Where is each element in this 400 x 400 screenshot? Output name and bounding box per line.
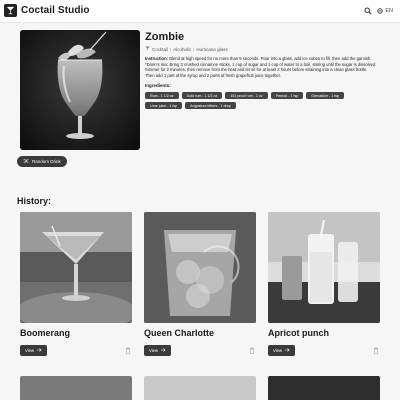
ingredient-chip: Angostura bitters - 1 drop bbox=[185, 102, 236, 110]
history-card-image bbox=[144, 376, 256, 400]
history-card-actions: View bbox=[144, 345, 256, 356]
instructions-text: Blend at high speed for no more than 5 s… bbox=[145, 56, 377, 78]
random-drink-button[interactable]: Random Drink bbox=[17, 156, 67, 167]
trash-icon[interactable] bbox=[372, 347, 380, 355]
ingredient-chip: 151 proof rum - 1 oz bbox=[225, 92, 268, 100]
arrow-right-icon bbox=[37, 348, 42, 353]
globe-icon bbox=[377, 7, 384, 14]
shuffle-icon bbox=[23, 158, 29, 165]
view-button[interactable]: View bbox=[268, 345, 296, 356]
history-card-image bbox=[20, 212, 132, 323]
brand-name: Coctail Studio bbox=[21, 5, 90, 16]
featured-drink-title: Zombie bbox=[145, 31, 185, 43]
featured-drink-image bbox=[20, 30, 140, 150]
search-icon[interactable] bbox=[363, 6, 372, 15]
history-card: Boomerang View bbox=[20, 212, 132, 356]
history-card: Queen Charlotte View bbox=[144, 212, 256, 356]
ingredients-list: Rum - 1 1/2 oz Gold rum - 1 1/2 oz 151 p… bbox=[145, 92, 377, 110]
ingredient-chip: Grenadine - 1 tsp bbox=[306, 92, 345, 100]
instructions-label: Instruction: bbox=[145, 56, 169, 61]
history-card-actions: View bbox=[20, 345, 132, 356]
random-drink-label: Random Drink bbox=[32, 159, 61, 164]
meta-separator: | bbox=[193, 46, 195, 52]
view-label: View bbox=[273, 348, 283, 353]
language-label: EN bbox=[385, 7, 393, 14]
language-switch[interactable]: EN bbox=[377, 8, 393, 14]
view-label: View bbox=[25, 348, 35, 353]
meta-separator: | bbox=[170, 46, 172, 52]
cocktail-glass-icon bbox=[4, 4, 17, 17]
trash-icon[interactable] bbox=[248, 347, 256, 355]
history-card-image bbox=[268, 212, 380, 323]
arrow-right-icon bbox=[161, 348, 166, 353]
history-card-actions: View bbox=[268, 345, 380, 356]
arrow-right-icon bbox=[285, 348, 290, 353]
top-actions: EN bbox=[363, 6, 393, 15]
drink-category: Cocktail bbox=[152, 46, 169, 52]
view-button[interactable]: View bbox=[144, 345, 172, 356]
top-navbar: Coctail Studio EN bbox=[0, 0, 400, 23]
brand[interactable]: Coctail Studio bbox=[4, 4, 90, 17]
drink-instructions: Instruction: Blend at high speed for no … bbox=[145, 56, 377, 78]
history-card-name: Boomerang bbox=[20, 328, 71, 338]
history-card-image bbox=[268, 376, 380, 400]
ingredients-title: Ingredients: bbox=[145, 83, 171, 89]
history-card-name: Apricot punch bbox=[268, 328, 329, 338]
category-icon bbox=[145, 46, 150, 52]
drink-glass: Hurricane glass bbox=[196, 46, 228, 52]
drink-meta: Cocktail | Alcoholic | Hurricane glass bbox=[145, 46, 377, 52]
drink-alcoholic: Alcoholic bbox=[173, 46, 192, 52]
history-card-name: Queen Charlotte bbox=[144, 328, 215, 338]
ingredient-chip: Rum - 1 1/2 oz bbox=[145, 92, 179, 100]
history-title: History: bbox=[17, 196, 52, 206]
trash-icon[interactable] bbox=[124, 347, 132, 355]
history-card: Apricot punch View bbox=[268, 212, 380, 356]
view-button[interactable]: View bbox=[20, 345, 48, 356]
history-card-image bbox=[20, 376, 132, 400]
featured-drink-info: Zombie Cocktail | Alcoholic | Hurricane … bbox=[145, 31, 377, 110]
ingredient-chip: Gold rum - 1 1/2 oz bbox=[181, 92, 223, 100]
ingredient-chip: Lime juice - 1 tsp bbox=[145, 102, 183, 110]
ingredient-chip: Pernod - 1 tsp bbox=[270, 92, 304, 100]
history-card-image bbox=[144, 212, 256, 323]
view-label: View bbox=[149, 348, 159, 353]
